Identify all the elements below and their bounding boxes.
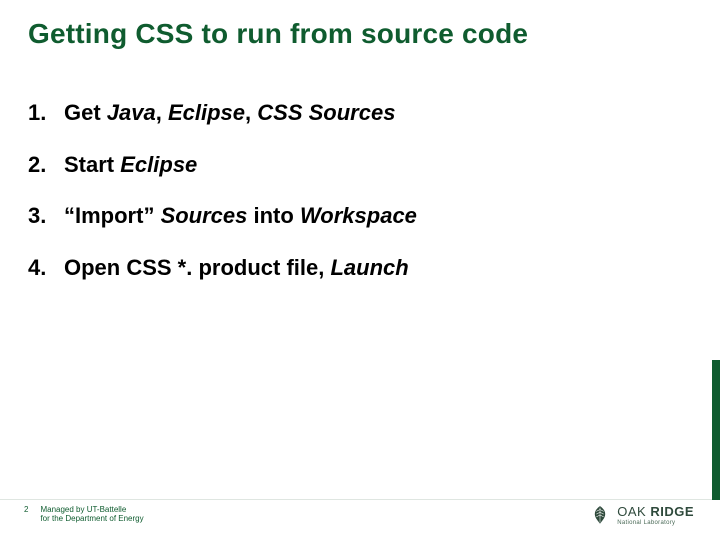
page-number: 2 bbox=[24, 505, 28, 515]
step-em: Launch bbox=[330, 255, 408, 280]
side-accent bbox=[712, 360, 720, 500]
footer: 2 Managed by UT-Battelle for the Departm… bbox=[24, 505, 144, 524]
list-item: Get Java, Eclipse, CSS Sources bbox=[28, 98, 692, 128]
footer-line: for the Department of Energy bbox=[40, 514, 143, 524]
divider bbox=[0, 499, 720, 500]
logo-title: OAK RIDGE bbox=[617, 505, 694, 518]
step-em: Eclipse bbox=[168, 100, 245, 125]
oak-leaf-icon bbox=[589, 504, 611, 526]
step-text: Open CSS *. product file, bbox=[64, 255, 330, 280]
step-em: Workspace bbox=[300, 203, 417, 228]
footer-line: Managed by UT-Battelle bbox=[40, 505, 143, 515]
logo-top-bold: RIDGE bbox=[650, 504, 694, 519]
step-text: , bbox=[156, 100, 168, 125]
list-item: “Import” Sources into Workspace bbox=[28, 201, 692, 231]
logo-text: OAK RIDGE National Laboratory bbox=[617, 505, 694, 526]
management-credit: Managed by UT-Battelle for the Departmen… bbox=[40, 505, 143, 524]
step-em: Eclipse bbox=[120, 152, 197, 177]
list-item: Start Eclipse bbox=[28, 150, 692, 180]
slide: Getting CSS to run from source code Get … bbox=[0, 0, 720, 540]
step-em: Java bbox=[107, 100, 156, 125]
step-text: into bbox=[247, 203, 300, 228]
step-text: Get bbox=[64, 100, 107, 125]
step-text: Start bbox=[64, 152, 120, 177]
list-item: Open CSS *. product file, Launch bbox=[28, 253, 692, 283]
step-text: “Import” bbox=[64, 203, 161, 228]
step-em: CSS Sources bbox=[257, 100, 395, 125]
slide-title: Getting CSS to run from source code bbox=[28, 18, 692, 50]
step-em: Sources bbox=[161, 203, 248, 228]
logo-subtitle: National Laboratory bbox=[617, 520, 694, 526]
step-list: Get Java, Eclipse, CSS Sources Start Ecl… bbox=[28, 98, 692, 283]
oak-ridge-logo: OAK RIDGE National Laboratory bbox=[589, 504, 694, 526]
logo-top-plain: OAK bbox=[617, 504, 646, 519]
step-text: , bbox=[245, 100, 257, 125]
